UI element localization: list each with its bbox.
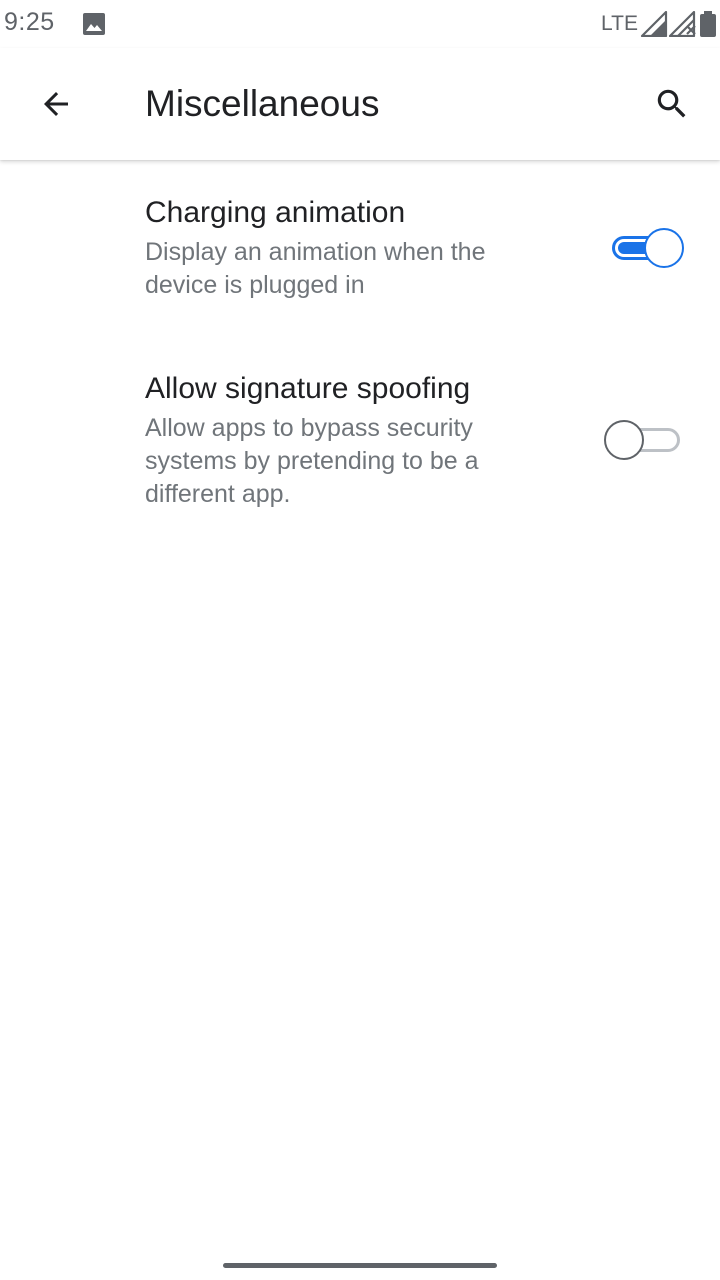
search-button[interactable] [644,76,700,132]
status-bar: 9:25 LTE [0,0,720,48]
back-button[interactable] [28,76,84,132]
app-bar: Miscellaneous [0,48,720,160]
switch-thumb [604,420,644,460]
switch-thumb [644,228,684,268]
status-time: 9:25 [4,8,55,36]
signal-icon [640,11,668,37]
setting-summary: Display an animation when the device is … [145,238,486,299]
search-icon [657,89,686,118]
screen: 9:25 LTE Miscellaneous Charging animatio… [0,0,720,1280]
status-icons: LTE [601,10,718,38]
signal-no-data-icon [668,11,696,37]
arrow-back-icon [44,92,68,116]
setting-charging-animation[interactable]: Charging animation Display an animation … [0,176,720,336]
setting-signature-spoofing[interactable]: Allow signature spoofing Allow apps to b… [0,352,720,532]
charging-animation-switch[interactable] [604,224,694,272]
gesture-nav-handle[interactable] [223,1263,497,1268]
network-type-label: LTE [601,12,638,35]
setting-title: Charging animation [145,196,406,229]
setting-summary: Allow apps to bypass security systems by… [145,414,479,508]
signature-spoofing-switch[interactable] [604,416,694,464]
battery-icon [700,11,716,37]
page-title: Miscellaneous [145,83,380,124]
image-icon [82,12,106,36]
setting-title: Allow signature spoofing [145,372,471,405]
